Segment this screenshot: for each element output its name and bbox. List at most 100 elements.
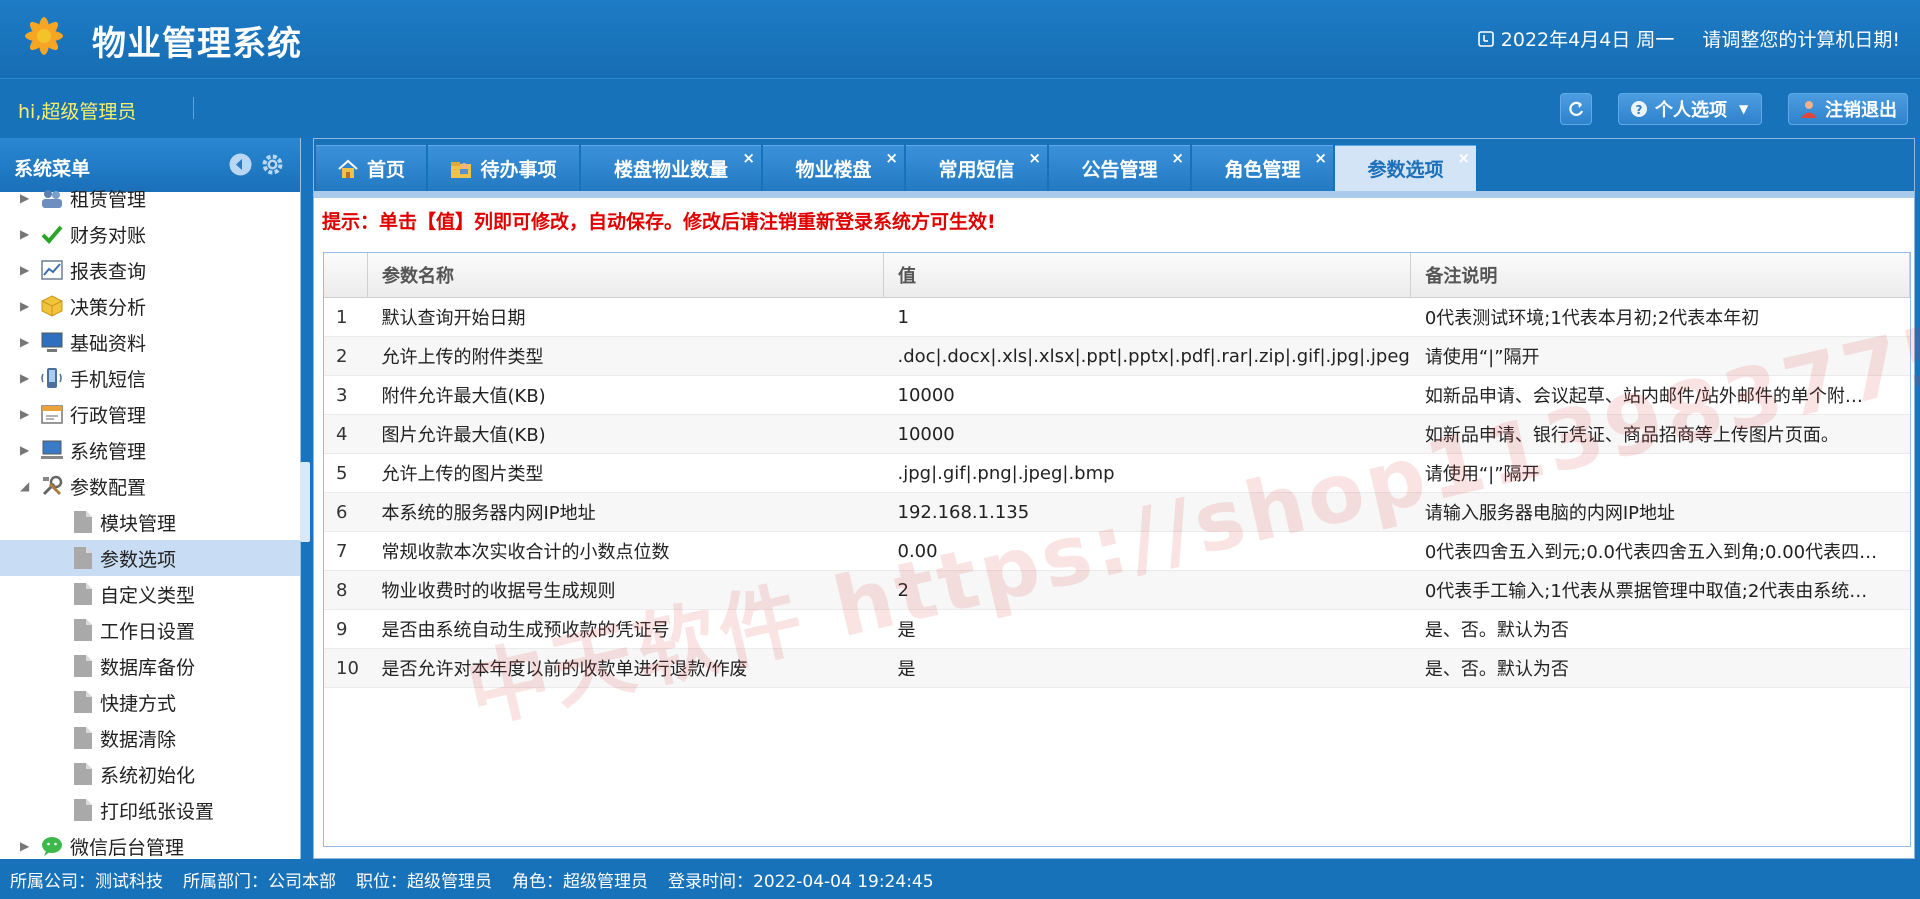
sidebar-item-sms[interactable]: ▶ 手机短信	[0, 360, 300, 396]
tab-todo[interactable]: 待办事项	[428, 145, 579, 191]
close-icon[interactable]: ×	[1457, 149, 1470, 167]
expand-arrow-icon: ▶	[20, 191, 30, 205]
greeting-text: hi,超级管理员	[18, 101, 137, 123]
sidebar-child-custom-type[interactable]: 自定义类型	[0, 576, 300, 612]
sidebar-item-admin[interactable]: ▶ 行政管理	[0, 396, 300, 432]
table-row[interactable]: 7 常规收款本次实收合计的小数点位数 0.00 0代表四舍五入到元;0.0代表四舍五入…	[324, 531, 1910, 571]
sidebar-child-print-paper[interactable]: 打印纸张设置	[0, 792, 300, 828]
param-memo-cell: 0代表四舍五入到元;0.0代表四舍五入到角;0.00代表四…	[1410, 531, 1910, 571]
param-memo-cell: 如新品申请、银行凭证、商品招商等上传图片页面。	[1410, 414, 1910, 454]
param-memo-cell: 是、否。默认为否	[1410, 648, 1910, 688]
close-icon[interactable]: ×	[1028, 149, 1041, 167]
close-icon[interactable]: ×	[742, 149, 755, 167]
table-row[interactable]: 6 本系统的服务器内网IP地址 192.168.1.135 请输入服务器电脑的内网IP…	[324, 492, 1910, 532]
sidebar-item-label: 报表查询	[70, 260, 147, 283]
table-row[interactable]: 5 允许上传的图片类型 .jpg|.gif|.png|.jpeg|.bmp 请使用“|…	[324, 453, 1910, 493]
param-value-cell[interactable]: 10000	[883, 375, 1411, 415]
column-header-value[interactable]: 值	[883, 253, 1412, 298]
expand-arrow-icon: ▶	[20, 335, 30, 349]
sidebar-item-decision[interactable]: ▶ 决策分析	[0, 288, 300, 324]
logout-label: 注销退出	[1825, 100, 1897, 121]
tab-building-count[interactable]: 楼盘物业数量 ×	[581, 145, 761, 191]
sidebar-item-params[interactable]: ◢ 参数配置	[0, 468, 300, 504]
page-icon	[74, 691, 92, 713]
param-name-cell: 是否由系统自动生成预收款的凭证号	[367, 609, 884, 649]
sidebar-title: 系统菜单	[14, 158, 91, 180]
sidebar-child-label: 数据库备份	[100, 656, 196, 679]
table-row[interactable]: 1 默认查询开始日期 1 0代表测试环境;1代表本月初;2代表本年初	[324, 297, 1910, 337]
refresh-button[interactable]	[1560, 93, 1592, 125]
logout-button[interactable]: 注销退出	[1788, 93, 1908, 125]
expand-arrow-icon: ▶	[20, 263, 30, 277]
close-icon[interactable]: ×	[1314, 149, 1327, 167]
sidebar-child-data-clear[interactable]: 数据清除	[0, 720, 300, 756]
column-header-memo[interactable]: 备注说明	[1410, 253, 1910, 298]
row-number: 1	[324, 297, 368, 337]
tab-sms[interactable]: 常用短信 ×	[906, 145, 1047, 191]
table-row[interactable]: 3 附件允许最大值(KB) 10000 如新品申请、会议起草、站内邮件/站外邮件的单个…	[324, 375, 1910, 415]
table-row[interactable]: 10 是否允许对本年度以前的收款单进行退款/作废是是、否。默认为否	[324, 648, 1910, 688]
personal-options-button[interactable]: ? 个人选项 ▼	[1618, 93, 1762, 125]
tab-role[interactable]: 角色管理 ×	[1192, 145, 1333, 191]
row-number: 2	[324, 336, 368, 376]
param-memo-cell: 0代表手工输入;1代表从票据管理中取值;2代表由系统…	[1410, 570, 1910, 610]
sidebar-child-param-options[interactable]: 参数选项	[0, 540, 300, 576]
tab-param-options[interactable]: 参数选项 ×	[1335, 145, 1476, 191]
param-value-cell[interactable]: .doc|.docx|.xls|.xlsx|.ppt|.pptx|.pdf|.r…	[883, 336, 1411, 376]
collapse-left-icon[interactable]	[228, 152, 253, 177]
tab-home[interactable]: 首页	[316, 145, 426, 191]
param-value-cell[interactable]: 10000	[883, 414, 1411, 454]
sidebar-child-label: 自定义类型	[100, 584, 196, 607]
calendar-icon	[41, 405, 63, 424]
param-memo-cell: 如新品申请、会议起草、站内邮件/站外邮件的单个附…	[1410, 375, 1910, 415]
sidebar-child-workday[interactable]: 工作日设置	[0, 612, 300, 648]
sidebar-child-init[interactable]: 系统初始化	[0, 756, 300, 792]
table-row[interactable]: 9 是否由系统自动生成预收款的凭证号是是、否。默认为否	[324, 609, 1910, 649]
table-row[interactable]: 8 物业收费时的收据号生成规则 2 0代表手工输入;1代表从票据管理中取值;2代表由系…	[324, 570, 1910, 610]
sidebar-item-system[interactable]: ▶ 系统管理	[0, 432, 300, 468]
param-name-cell: 本系统的服务器内网IP地址	[367, 492, 884, 532]
param-value-cell[interactable]: 是	[883, 609, 1411, 649]
sidebar-item-basic-data[interactable]: ▶ 基础资料	[0, 324, 300, 360]
row-number: 8	[324, 570, 368, 610]
column-header-name[interactable]: 参数名称	[367, 253, 884, 298]
param-memo-cell: 0代表测试环境;1代表本月初;2代表本年初	[1410, 297, 1910, 337]
tab-label: 公告管理	[1081, 159, 1158, 181]
param-value-cell[interactable]: 1	[883, 297, 1411, 337]
param-value-cell[interactable]: 是	[883, 648, 1411, 688]
param-value-cell[interactable]: 192.168.1.135	[883, 492, 1411, 532]
sidebar-child-label: 数据清除	[100, 728, 177, 751]
expand-arrow-icon: ▶	[20, 839, 30, 853]
gear-icon[interactable]	[260, 152, 285, 177]
sidebar-child-db-backup[interactable]: 数据库备份	[0, 648, 300, 684]
user-bar: hi,超级管理员 ? 个人选项 ▼ 注销退出	[0, 78, 1920, 137]
sidebar-child-module[interactable]: 模块管理	[0, 504, 300, 540]
sidebar-item-reports[interactable]: ▶ 报表查询	[0, 252, 300, 288]
status-dept: 所属部门：公司本部	[183, 871, 336, 892]
param-name-cell: 附件允许最大值(KB)	[367, 375, 884, 415]
table-body: 1 默认查询开始日期 1 0代表测试环境;1代表本月初;2代表本年初 2 允许上传的附件类…	[324, 297, 1910, 688]
sidebar-item-finance[interactable]: ▶ 财务对账	[0, 216, 300, 252]
sidebar-child-label: 快捷方式	[100, 692, 177, 715]
table-row[interactable]: 2 允许上传的附件类型 .doc|.docx|.xls|.xlsx|.ppt|.pp…	[324, 336, 1910, 376]
sidebar-item-wechat[interactable]: ▶ 微信后台管理	[0, 828, 300, 859]
close-icon[interactable]: ×	[885, 149, 898, 167]
param-value-cell[interactable]: 2	[883, 570, 1411, 610]
sidebar-item-lease[interactable]: ▶ 租赁管理	[0, 180, 300, 216]
table-row[interactable]: 4 图片允许最大值(KB) 10000 如新品申请、银行凭证、商品招商等上传图片页面。	[324, 414, 1910, 454]
tab-label: 角色管理	[1224, 159, 1301, 181]
sidebar-splitter[interactable]	[300, 462, 310, 542]
tab-notice[interactable]: 公告管理 ×	[1049, 145, 1190, 191]
personal-options-label: 个人选项	[1655, 100, 1727, 121]
page-icon	[74, 799, 92, 821]
page-icon	[74, 655, 92, 677]
sidebar-child-shortcut[interactable]: 快捷方式	[0, 684, 300, 720]
param-value-cell[interactable]: .jpg|.gif|.png|.jpeg|.bmp	[883, 453, 1411, 493]
tab-property-building[interactable]: 物业楼盘 ×	[763, 145, 904, 191]
close-icon[interactable]: ×	[1171, 149, 1184, 167]
rownum-header	[324, 253, 368, 298]
param-name-cell: 常规收款本次实收合计的小数点位数	[367, 531, 884, 571]
date-area: 2022年4月4日 周一 请调整您的计算机日期!	[1477, 25, 1900, 52]
param-value-cell[interactable]: 0.00	[883, 531, 1411, 571]
folder-user-icon	[451, 161, 472, 178]
